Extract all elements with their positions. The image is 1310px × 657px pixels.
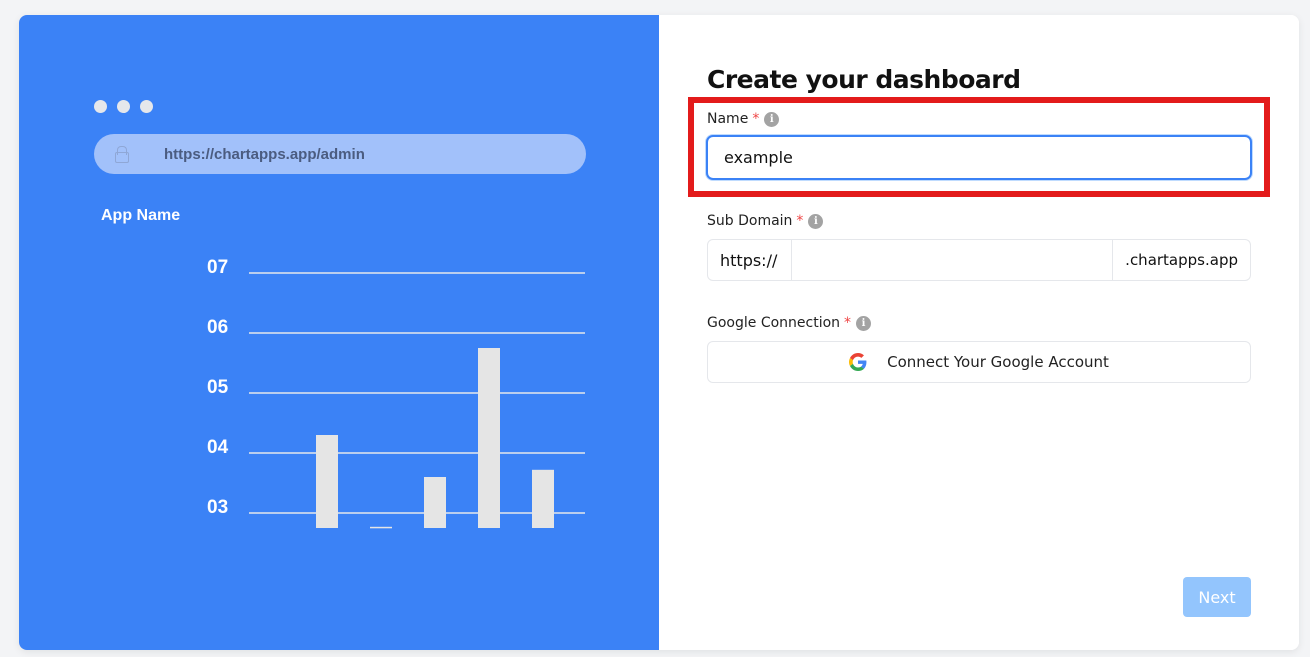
y-tick-label: 05 [207, 377, 229, 398]
chart-bar [370, 526, 392, 529]
required-asterisk: * [796, 213, 804, 229]
connect-google-button[interactable]: Connect Your Google Account [707, 341, 1251, 383]
chart-bar [532, 469, 554, 528]
form-title: Create your dashboard [707, 65, 1021, 94]
y-tick-label: 03 [207, 497, 228, 518]
google-icon [849, 353, 867, 371]
highlight-box [688, 97, 1270, 197]
subdomain-field: https:// .chartapps.app [707, 239, 1251, 281]
required-asterisk: * [844, 315, 852, 331]
subdomain-label: Sub Domain * i [707, 213, 824, 229]
connect-google-label: Connect Your Google Account [887, 353, 1109, 371]
subdomain-prefix: https:// [708, 240, 792, 280]
setup-card: https://chartapps.app/admin App Name 07 0… [19, 15, 1299, 650]
google-connection-label-text: Google Connection [707, 315, 841, 331]
subdomain-suffix: .chartapps.app [1112, 240, 1250, 280]
info-icon[interactable]: i [856, 315, 872, 331]
chart-bar [424, 477, 446, 528]
y-tick-label: 07 [207, 257, 228, 278]
subdomain-label-text: Sub Domain [707, 213, 793, 229]
info-icon[interactable]: i [808, 213, 824, 229]
subdomain-input[interactable] [792, 240, 1113, 280]
y-tick-label: 04 [207, 437, 229, 458]
form-panel: Create your dashboard Name * i Sub Domai… [659, 15, 1299, 650]
mock-bar-chart: 07 06 05 04 03 [207, 257, 585, 529]
next-button[interactable]: Next [1183, 577, 1251, 617]
chart-bar [316, 435, 338, 528]
chart-bar [478, 348, 500, 528]
google-connection-label: Google Connection * i [707, 315, 872, 331]
illustration-panel: https://chartapps.app/admin App Name 07 0… [19, 15, 659, 650]
y-tick-label: 06 [207, 317, 228, 338]
